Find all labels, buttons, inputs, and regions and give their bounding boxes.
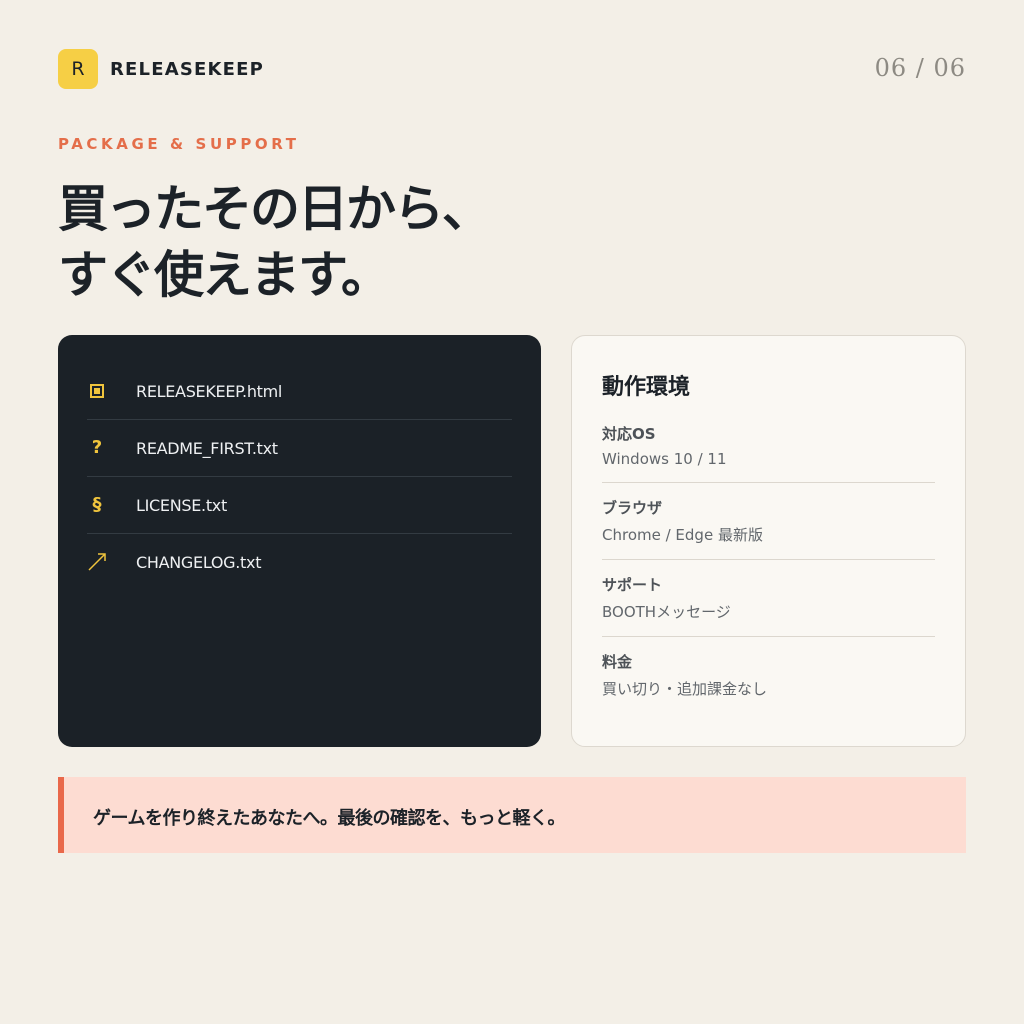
file-row: ? README_FIRST.txt: [87, 420, 512, 477]
package-file-list: RELEASEKEEP.html ? README_FIRST.txt § LI…: [58, 335, 541, 747]
env-label: 対応OS: [602, 425, 656, 443]
env-value: 買い切り・追加課金なし: [602, 680, 768, 698]
callout-text: ゲームを作り終えたあなたへ。最後の確認を、もっと軽く。: [93, 808, 565, 829]
env-item-os: 対応OS Windows 10 / 11: [602, 423, 935, 483]
env-value: Chrome / Edge 最新版: [602, 526, 763, 544]
title-line-1: 買ったその日から、: [58, 180, 492, 238]
environment-card: 動作環境 対応OS Windows 10 / 11 ブラウザ Chrome / …: [571, 335, 966, 747]
env-item-browser: ブラウザ Chrome / Edge 最新版: [602, 497, 935, 560]
env-label: ブラウザ: [602, 499, 663, 517]
logo-letter: R: [71, 58, 85, 80]
file-name: RELEASEKEEP.html: [136, 382, 283, 401]
slide: R RELEASEKEEP 06 / 06 PACKAGE & SUPPORT …: [0, 0, 1024, 1024]
file-name: README_FIRST.txt: [136, 439, 278, 458]
square-icon: [87, 380, 107, 402]
arrow-up-right-icon: [87, 551, 107, 573]
env-item-support: サポート BOOTHメッセージ: [602, 574, 935, 637]
file-row: RELEASEKEEP.html: [87, 363, 512, 420]
section-icon: §: [92, 494, 102, 515]
callout-banner: ゲームを作り終えたあなたへ。最後の確認を、もっと軽く。: [58, 777, 966, 853]
env-label: サポート: [602, 576, 663, 594]
logo-badge: R: [58, 49, 98, 89]
env-item-price: 料金 買い切り・追加課金なし: [602, 651, 935, 713]
page-title: 買ったその日から、 すぐ使えます。: [58, 176, 698, 308]
file-row: § LICENSE.txt: [87, 477, 512, 534]
env-value: BOOTHメッセージ: [602, 603, 731, 621]
file-name: CHANGELOG.txt: [136, 553, 262, 572]
header: R RELEASEKEEP 06 / 06: [58, 49, 966, 91]
page-indicator: 06 / 06: [874, 54, 966, 82]
environment-title: 動作環境: [602, 375, 691, 400]
env-label: 料金: [602, 653, 633, 671]
question-icon: ?: [91, 437, 103, 458]
file-row: CHANGELOG.txt: [87, 534, 512, 591]
env-value: Windows 10 / 11: [602, 450, 727, 468]
title-line-2: すぐ使えます。: [58, 246, 391, 304]
section-eyebrow: PACKAGE & SUPPORT: [58, 135, 300, 153]
brand-name: RELEASEKEEP: [110, 59, 265, 80]
file-name: LICENSE.txt: [136, 496, 227, 515]
